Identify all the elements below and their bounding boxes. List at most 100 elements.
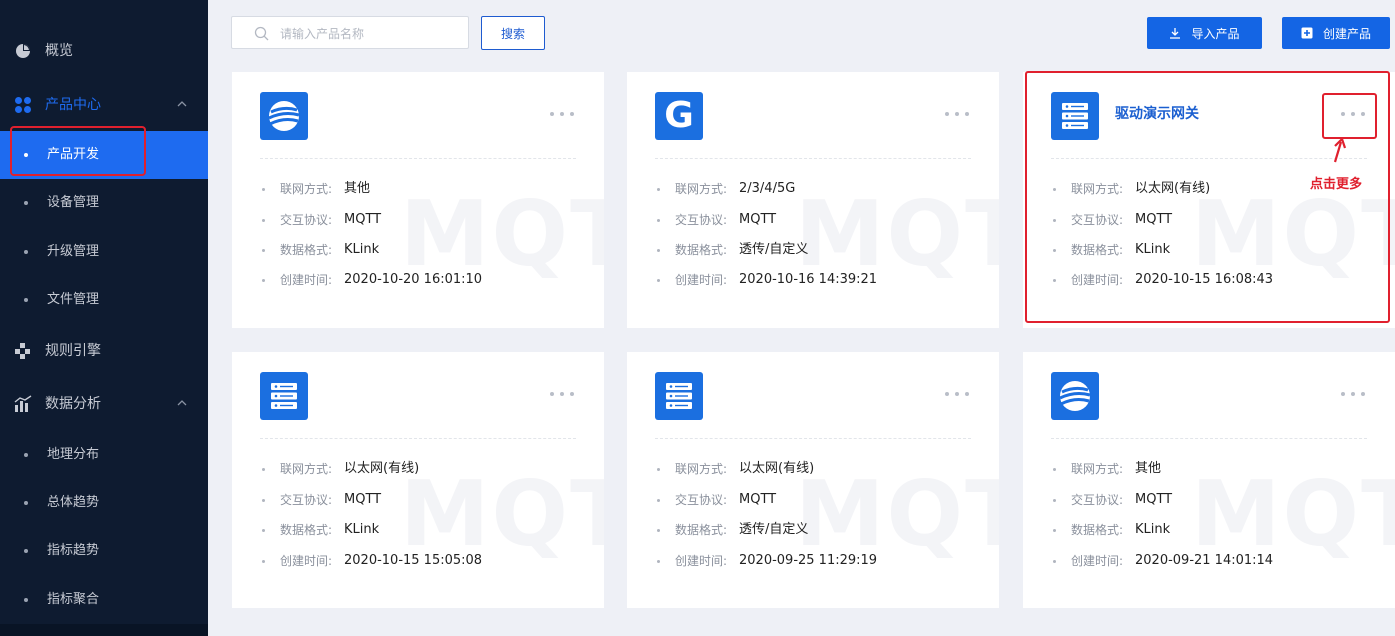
- grid-icon: [15, 97, 31, 113]
- sidebar: 概览 产品中心 产品开发 设备管理 升级管理 文件管理 规则引擎 数据分析 地理…: [0, 0, 208, 636]
- protocol-label: 交互协议:: [280, 213, 333, 227]
- created-label: 创建时间:: [1071, 273, 1124, 287]
- search-input[interactable]: [278, 23, 462, 45]
- watermark: MQTT: [1191, 462, 1395, 567]
- format-label: 数据格式:: [280, 243, 333, 257]
- format-label: 数据格式:: [675, 523, 728, 537]
- rules-icon: [15, 343, 30, 359]
- sidebar-item-metric-trend[interactable]: 指标趋势: [0, 527, 208, 575]
- protocol-value: MQTT: [739, 492, 777, 507]
- card-title[interactable]: [324, 383, 504, 405]
- product-card[interactable]: MQTT 联网方式: 其他 交互协议: MQTT 数据格式: KLink 创建时间: 2…: [1023, 352, 1395, 608]
- product-card[interactable]: MQTT 联网方式:以太网(有线) 交互协议:MQTT 数据格式:透传/自定义 …: [627, 352, 999, 608]
- more-options-icon[interactable]: [1341, 110, 1365, 118]
- sidebar-item-overall-trend[interactable]: 总体趋势: [0, 479, 208, 527]
- sidebar-item-label: 指标趋势: [47, 543, 100, 558]
- card-title[interactable]: 驱动演示网关: [1115, 103, 1295, 125]
- created-label: 创建时间:: [280, 554, 333, 568]
- annotation-text: 点击更多: [1310, 177, 1363, 192]
- sidebar-item-device-mgmt[interactable]: 设备管理: [0, 179, 208, 227]
- protocol-label: 交互协议:: [1071, 213, 1124, 227]
- annotation-arrow-icon: [1333, 136, 1347, 163]
- sidebar-item-label: 概览: [45, 43, 73, 59]
- divider: [260, 158, 576, 159]
- product-card[interactable]: MQTT 联网方式: 以太网(有线) 交互协议: MQTT 数据格式: KLink 创…: [232, 352, 604, 608]
- chevron-up-icon[interactable]: [176, 397, 188, 409]
- product-card[interactable]: MQTT 驱动演示网关 联网方式: 以太网(有线) 交互协议: MQTT 数据格式:…: [1023, 72, 1395, 328]
- card-title[interactable]: [324, 103, 504, 125]
- globe-icon: [1051, 372, 1099, 420]
- more-options-icon[interactable]: [550, 110, 574, 118]
- sidebar-item-label: 规则引擎: [45, 343, 101, 359]
- more-options-icon[interactable]: [945, 110, 969, 118]
- divider: [655, 158, 971, 159]
- network-value: 以太网(有线): [739, 461, 815, 476]
- protocol-label: 交互协议:: [675, 213, 728, 227]
- created-value: 2020-10-15 15:05:08: [344, 553, 483, 568]
- sidebar-item-rule-engine[interactable]: 规则引擎: [0, 328, 208, 374]
- icon-letter: G: [664, 95, 694, 136]
- watermark: MQTT: [400, 182, 604, 287]
- protocol-value: MQTT: [1135, 212, 1173, 227]
- sidebar-item-overview[interactable]: 概览: [0, 28, 208, 74]
- server-icon: [1051, 92, 1099, 140]
- sidebar-item-label: 升级管理: [47, 244, 100, 259]
- import-product-button[interactable]: 导入产品: [1147, 17, 1262, 49]
- bar-chart-icon: [14, 395, 32, 412]
- format-label: 数据格式:: [280, 523, 333, 537]
- created-label: 创建时间:: [280, 273, 333, 287]
- sidebar-footer: [0, 624, 208, 636]
- format-label: 数据格式:: [1071, 523, 1124, 537]
- network-label: 联网方式:: [675, 182, 728, 196]
- more-options-icon[interactable]: [945, 390, 969, 398]
- sidebar-item-data-analysis[interactable]: 数据分析: [0, 381, 208, 427]
- divider: [1051, 438, 1367, 439]
- divider: [1051, 158, 1367, 159]
- format-value: 透传/自定义: [739, 242, 809, 257]
- card-title[interactable]: [719, 383, 899, 405]
- sidebar-item-label: 地理分布: [47, 447, 100, 462]
- format-value: KLink: [1135, 242, 1171, 257]
- format-value: KLink: [344, 242, 380, 257]
- more-options-icon[interactable]: [1341, 390, 1365, 398]
- create-product-button[interactable]: 创建产品: [1282, 17, 1390, 49]
- card-title[interactable]: [719, 103, 899, 125]
- protocol-value: MQTT: [344, 212, 382, 227]
- product-card[interactable]: MQTT 联网方式: 其他 交互协议: MQTT 数据格式: KLink 创建时间: 2…: [232, 72, 604, 328]
- search-icon: [254, 26, 269, 41]
- network-label: 联网方式:: [280, 182, 333, 196]
- sidebar-item-label: 设备管理: [47, 195, 100, 210]
- sidebar-item-metric-aggregation[interactable]: 指标聚合: [0, 576, 208, 624]
- created-label: 创建时间:: [675, 554, 728, 568]
- bullet-dot: [24, 598, 28, 602]
- watermark: MQTT: [795, 462, 999, 567]
- more-options-icon[interactable]: [550, 390, 574, 398]
- bullet-dot: [24, 298, 28, 302]
- network-value: 其他: [344, 181, 371, 196]
- protocol-value: MQTT: [739, 212, 777, 227]
- watermark: MQTT: [1191, 182, 1395, 287]
- network-value: 以太网(有线): [344, 461, 420, 476]
- chevron-up-icon[interactable]: [176, 98, 188, 110]
- network-label: 联网方式:: [1071, 182, 1124, 196]
- bullet-dot: [24, 549, 28, 553]
- sidebar-item-file-mgmt[interactable]: 文件管理: [0, 276, 208, 324]
- sidebar-item-product-dev[interactable]: 产品开发: [0, 131, 208, 179]
- sidebar-item-upgrade-mgmt[interactable]: 升级管理: [0, 228, 208, 276]
- pie-chart-icon: [16, 44, 30, 58]
- sidebar-item-geo-distribution[interactable]: 地理分布: [0, 431, 208, 479]
- watermark: MQTT: [400, 462, 604, 567]
- sidebar-item-product-center[interactable]: 产品中心: [0, 82, 208, 128]
- sidebar-item-label: 文件管理: [47, 292, 100, 307]
- plus-square-icon: [1301, 27, 1313, 39]
- protocol-value: MQTT: [344, 492, 382, 507]
- network-label: 联网方式:: [1071, 462, 1124, 476]
- import-label: 导入产品: [1191, 26, 1240, 41]
- product-card[interactable]: MQTT G 联网方式: 2/3/4/5G 交互协议: MQTT 数据格式: 透传/自…: [627, 72, 999, 328]
- format-value: KLink: [1135, 522, 1171, 537]
- card-title[interactable]: [1115, 383, 1295, 405]
- bullet-dot: [24, 501, 28, 505]
- create-label: 创建产品: [1322, 26, 1371, 41]
- search-button[interactable]: 搜索: [481, 16, 545, 50]
- protocol-label: 交互协议:: [675, 493, 728, 507]
